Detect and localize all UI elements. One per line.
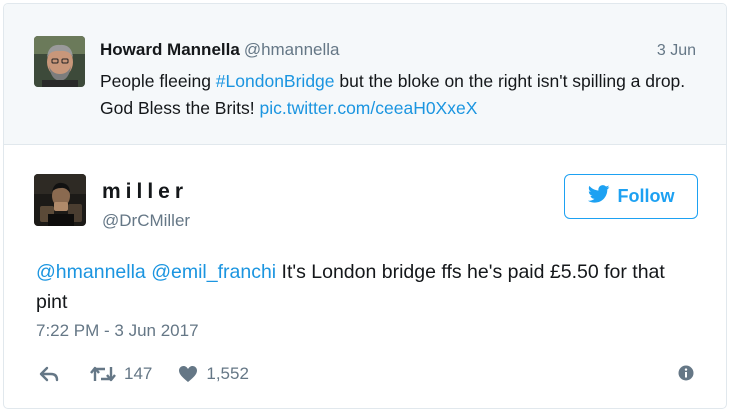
- reply-icon: [38, 365, 60, 383]
- parent-text-start: People fleeing: [100, 71, 216, 91]
- tweet-timestamp[interactable]: 7:22 PM - 3 Jun 2017: [36, 321, 199, 341]
- follow-button[interactable]: Follow: [564, 174, 698, 219]
- heart-icon: [178, 365, 198, 383]
- parent-author[interactable]: Howard Mannella @hmannella: [100, 40, 340, 60]
- embedded-tweet-card: Howard Mannella @hmannella 3 Jun People f…: [3, 3, 727, 409]
- tweet-text: @hmannella @emil_franchi It's London bri…: [36, 257, 696, 317]
- pic-link[interactable]: pic.twitter.com/ceeaH0XxeX: [260, 98, 478, 118]
- retweet-count: 147: [124, 364, 153, 383]
- twitter-bird-icon: [587, 185, 610, 208]
- like-button[interactable]: 1,552: [178, 364, 249, 384]
- parent-tweet[interactable]: Howard Mannella @hmannella 3 Jun People f…: [4, 4, 726, 145]
- info-icon[interactable]: [678, 365, 694, 381]
- parent-tweet-text: People fleeing #LondonBridge but the blo…: [100, 68, 700, 122]
- retweet-button[interactable]: 147: [90, 364, 152, 384]
- tweet-author-handle[interactable]: @DrCMiller: [102, 211, 190, 231]
- follow-label: Follow: [617, 186, 675, 206]
- parent-author-name[interactable]: Howard Mannella: [100, 40, 240, 59]
- like-count: 1,552: [206, 364, 249, 383]
- tweet-actions: 147 1,552: [38, 362, 249, 386]
- retweet-icon: [90, 365, 116, 383]
- reply-button[interactable]: [38, 365, 60, 383]
- avatar-howard-mannella[interactable]: [34, 36, 85, 87]
- mention-hmannella[interactable]: @hmannella: [36, 261, 146, 283]
- hashtag-link[interactable]: #LondonBridge: [216, 71, 335, 91]
- parent-author-handle[interactable]: @hmannella: [244, 40, 340, 59]
- parent-tweet-date[interactable]: 3 Jun: [657, 42, 696, 60]
- tweet-author-name[interactable]: miller: [102, 180, 188, 204]
- mention-emil-franchi[interactable]: @emil_franchi: [151, 261, 276, 283]
- avatar-miller[interactable]: [34, 174, 86, 226]
